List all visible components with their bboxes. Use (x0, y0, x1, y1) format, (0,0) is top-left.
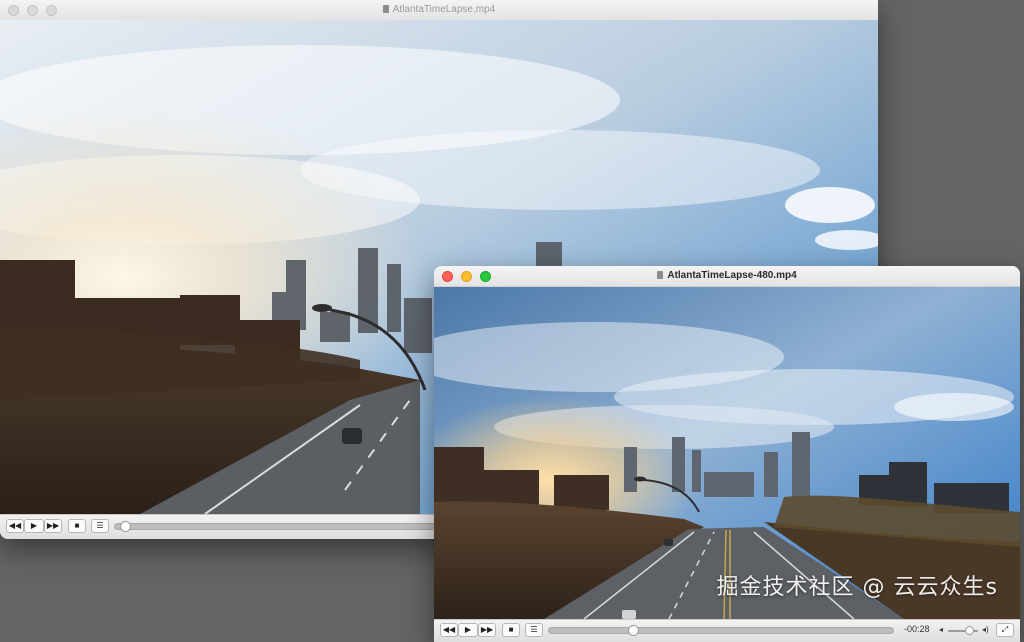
playlist-icon[interactable]: ☰ (525, 623, 543, 637)
stop-icon[interactable]: ■ (68, 519, 86, 533)
document-icon (382, 5, 389, 13)
window-title: AtlantaTimeLapse.mp4 (0, 3, 878, 17)
time-remaining: -00:28 (904, 624, 930, 634)
fullscreen-icon[interactable]: ⤢ (996, 623, 1014, 637)
seek-bar[interactable] (114, 521, 444, 532)
rewind-icon[interactable]: ◀◀ (440, 623, 458, 637)
window-titlebar[interactable]: AtlantaTimeLapse.mp4 (0, 0, 878, 21)
seek-knob[interactable] (628, 625, 640, 636)
rewind-icon[interactable]: ◀◀ (6, 519, 24, 533)
fast-forward-icon[interactable]: ▶▶ (44, 519, 62, 533)
volume-slider[interactable] (948, 626, 978, 635)
player-controls: ◀◀ ▶ ▶▶ ■ ☰ -00:28 ◂ ◂) ⤢ (434, 619, 1020, 642)
document-icon (657, 271, 664, 279)
speaker-high-icon[interactable]: ◂) (982, 625, 989, 634)
playlist-icon[interactable]: ☰ (91, 519, 109, 533)
play-icon[interactable]: ▶ (24, 519, 44, 533)
window-title: AtlantaTimeLapse-480.mp4 (434, 269, 1020, 283)
play-icon[interactable]: ▶ (458, 623, 478, 637)
window-title-text: AtlantaTimeLapse-480.mp4 (667, 270, 797, 281)
stop-icon[interactable]: ■ (502, 623, 520, 637)
seek-bar[interactable] (548, 625, 894, 636)
volume-knob[interactable] (965, 626, 974, 635)
speaker-low-icon[interactable]: ◂ (939, 625, 943, 634)
window-titlebar[interactable]: AtlantaTimeLapse-480.mp4 (434, 266, 1020, 287)
video-frame[interactable]: 掘金技术社区 @ 云云众生s (434, 287, 1020, 619)
fast-forward-icon[interactable]: ▶▶ (478, 623, 496, 637)
window-title-text: AtlantaTimeLapse.mp4 (392, 4, 496, 15)
seek-knob[interactable] (119, 521, 131, 532)
watermark-text: 掘金技术社区 @ 云云众生s (716, 575, 998, 600)
player-window-foreground[interactable]: AtlantaTimeLapse-480.mp4 掘金技术社区 @ 云云众生s … (434, 266, 1020, 642)
